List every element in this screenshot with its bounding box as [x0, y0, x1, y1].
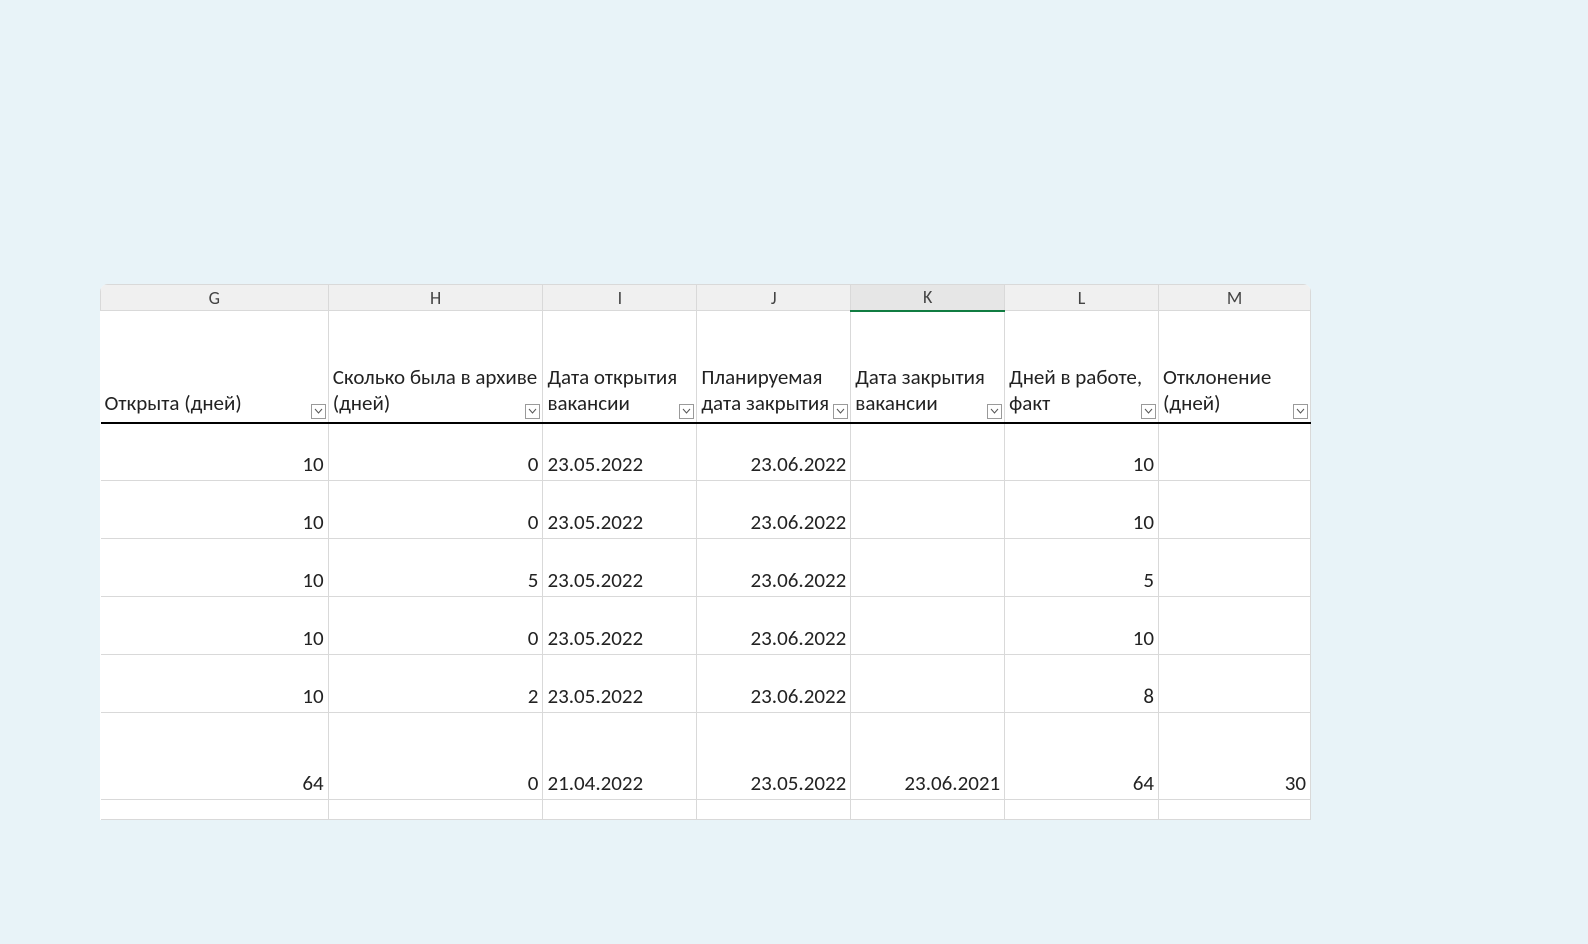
chevron-down-icon: [1144, 408, 1153, 414]
header-cell-deviation[interactable]: Отклонение (дней): [1159, 311, 1311, 423]
header-cell-close-date[interactable]: Дата закрытия вакансии: [851, 311, 1005, 423]
cell[interactable]: [697, 800, 851, 820]
cell[interactable]: 23.06.2022: [697, 539, 851, 597]
cell[interactable]: [851, 655, 1005, 713]
cell[interactable]: 23.05.2022: [543, 539, 697, 597]
cell[interactable]: 10: [101, 539, 329, 597]
cell[interactable]: 0: [328, 481, 543, 539]
cell[interactable]: 10: [101, 423, 329, 481]
cell[interactable]: 64: [101, 713, 329, 800]
cell[interactable]: 0: [328, 423, 543, 481]
cell[interactable]: 10: [1005, 423, 1159, 481]
filter-button[interactable]: [987, 404, 1002, 419]
cell[interactable]: 23.05.2022: [543, 597, 697, 655]
table-row: 64 0 21.04.2022 23.05.2022 23.06.2021 64…: [101, 713, 1311, 800]
cell[interactable]: [851, 597, 1005, 655]
cell[interactable]: [1159, 800, 1311, 820]
cell[interactable]: [851, 539, 1005, 597]
cell[interactable]: 23.05.2022: [543, 655, 697, 713]
cell[interactable]: [851, 423, 1005, 481]
spreadsheet-view: G H I J K L M Открыта (дней) Сколько был…: [100, 284, 1311, 820]
cell[interactable]: 5: [1005, 539, 1159, 597]
cell[interactable]: [1159, 481, 1311, 539]
cell[interactable]: 10: [101, 481, 329, 539]
header-cell-opened-days[interactable]: Открыта (дней): [101, 311, 329, 423]
cell[interactable]: 23.06.2022: [697, 423, 851, 481]
cell[interactable]: [1159, 539, 1311, 597]
filter-button[interactable]: [1141, 404, 1156, 419]
cell[interactable]: 0: [328, 597, 543, 655]
sheet-table[interactable]: G H I J K L M Открыта (дней) Сколько был…: [100, 284, 1311, 820]
chevron-down-icon: [528, 408, 537, 414]
filter-button[interactable]: [1293, 404, 1308, 419]
table-row: 10 2 23.05.2022 23.06.2022 8: [101, 655, 1311, 713]
filter-button[interactable]: [311, 404, 326, 419]
cell[interactable]: 23.05.2022: [697, 713, 851, 800]
cell[interactable]: [1005, 800, 1159, 820]
table-row: [101, 800, 1311, 820]
cell[interactable]: 2: [328, 655, 543, 713]
cell[interactable]: 0: [328, 713, 543, 800]
cell[interactable]: 10: [1005, 597, 1159, 655]
cell[interactable]: 8: [1005, 655, 1159, 713]
chevron-down-icon: [990, 408, 999, 414]
cell[interactable]: 21.04.2022: [543, 713, 697, 800]
header-cell-planned-close[interactable]: Планируемая дата закрытия: [697, 311, 851, 423]
column-letters-row: G H I J K L M: [101, 285, 1311, 311]
chevron-down-icon: [1296, 408, 1305, 414]
table-row: 10 5 23.05.2022 23.06.2022 5: [101, 539, 1311, 597]
cell[interactable]: 23.05.2022: [543, 481, 697, 539]
table-row: 10 0 23.05.2022 23.06.2022 10: [101, 597, 1311, 655]
cell[interactable]: 10: [101, 597, 329, 655]
header-cell-days-fact[interactable]: Дней в работе, факт: [1005, 311, 1159, 423]
table-row: 10 0 23.05.2022 23.06.2022 10: [101, 423, 1311, 481]
header-label: Открыта (дней): [105, 390, 324, 418]
cell[interactable]: 23.05.2022: [543, 423, 697, 481]
cell[interactable]: 10: [1005, 481, 1159, 539]
filter-button[interactable]: [833, 404, 848, 419]
cell[interactable]: 23.06.2022: [697, 597, 851, 655]
header-label: Дней в работе, факт: [1009, 364, 1154, 419]
cell[interactable]: [328, 800, 543, 820]
cell[interactable]: 23.06.2022: [697, 481, 851, 539]
col-letter-H[interactable]: H: [328, 285, 543, 311]
cell[interactable]: [851, 800, 1005, 820]
col-letter-G[interactable]: G: [101, 285, 329, 311]
chevron-down-icon: [314, 408, 323, 414]
col-letter-J[interactable]: J: [697, 285, 851, 311]
filter-button[interactable]: [525, 404, 540, 419]
header-cell-archive-days[interactable]: Сколько была в архиве (дней): [328, 311, 543, 423]
cell[interactable]: 23.06.2021: [851, 713, 1005, 800]
header-label: Дата открытия вакансии: [547, 364, 692, 419]
col-letter-M[interactable]: M: [1159, 285, 1311, 311]
header-label: Планируемая дата закрытия: [701, 364, 846, 419]
cell[interactable]: [1159, 423, 1311, 481]
cell[interactable]: 64: [1005, 713, 1159, 800]
header-label: Дата закрытия вакансии: [855, 364, 1000, 419]
header-label: Сколько была в архиве (дней): [333, 364, 539, 419]
col-letter-L[interactable]: L: [1005, 285, 1159, 311]
cell[interactable]: [543, 800, 697, 820]
cell[interactable]: 5: [328, 539, 543, 597]
cell[interactable]: [101, 800, 329, 820]
cell[interactable]: 30: [1159, 713, 1311, 800]
header-label: Отклонение (дней): [1163, 364, 1306, 419]
chevron-down-icon: [682, 408, 691, 414]
cell[interactable]: 23.06.2022: [697, 655, 851, 713]
col-letter-K[interactable]: K: [851, 285, 1005, 311]
table-row: 10 0 23.05.2022 23.06.2022 10: [101, 481, 1311, 539]
cell[interactable]: [851, 481, 1005, 539]
chevron-down-icon: [836, 408, 845, 414]
col-letter-I[interactable]: I: [543, 285, 697, 311]
filter-button[interactable]: [679, 404, 694, 419]
table-header-row: Открыта (дней) Сколько была в архиве (дн…: [101, 311, 1311, 423]
cell[interactable]: [1159, 655, 1311, 713]
header-cell-open-date[interactable]: Дата открытия вакансии: [543, 311, 697, 423]
cell[interactable]: 10: [101, 655, 329, 713]
cell[interactable]: [1159, 597, 1311, 655]
